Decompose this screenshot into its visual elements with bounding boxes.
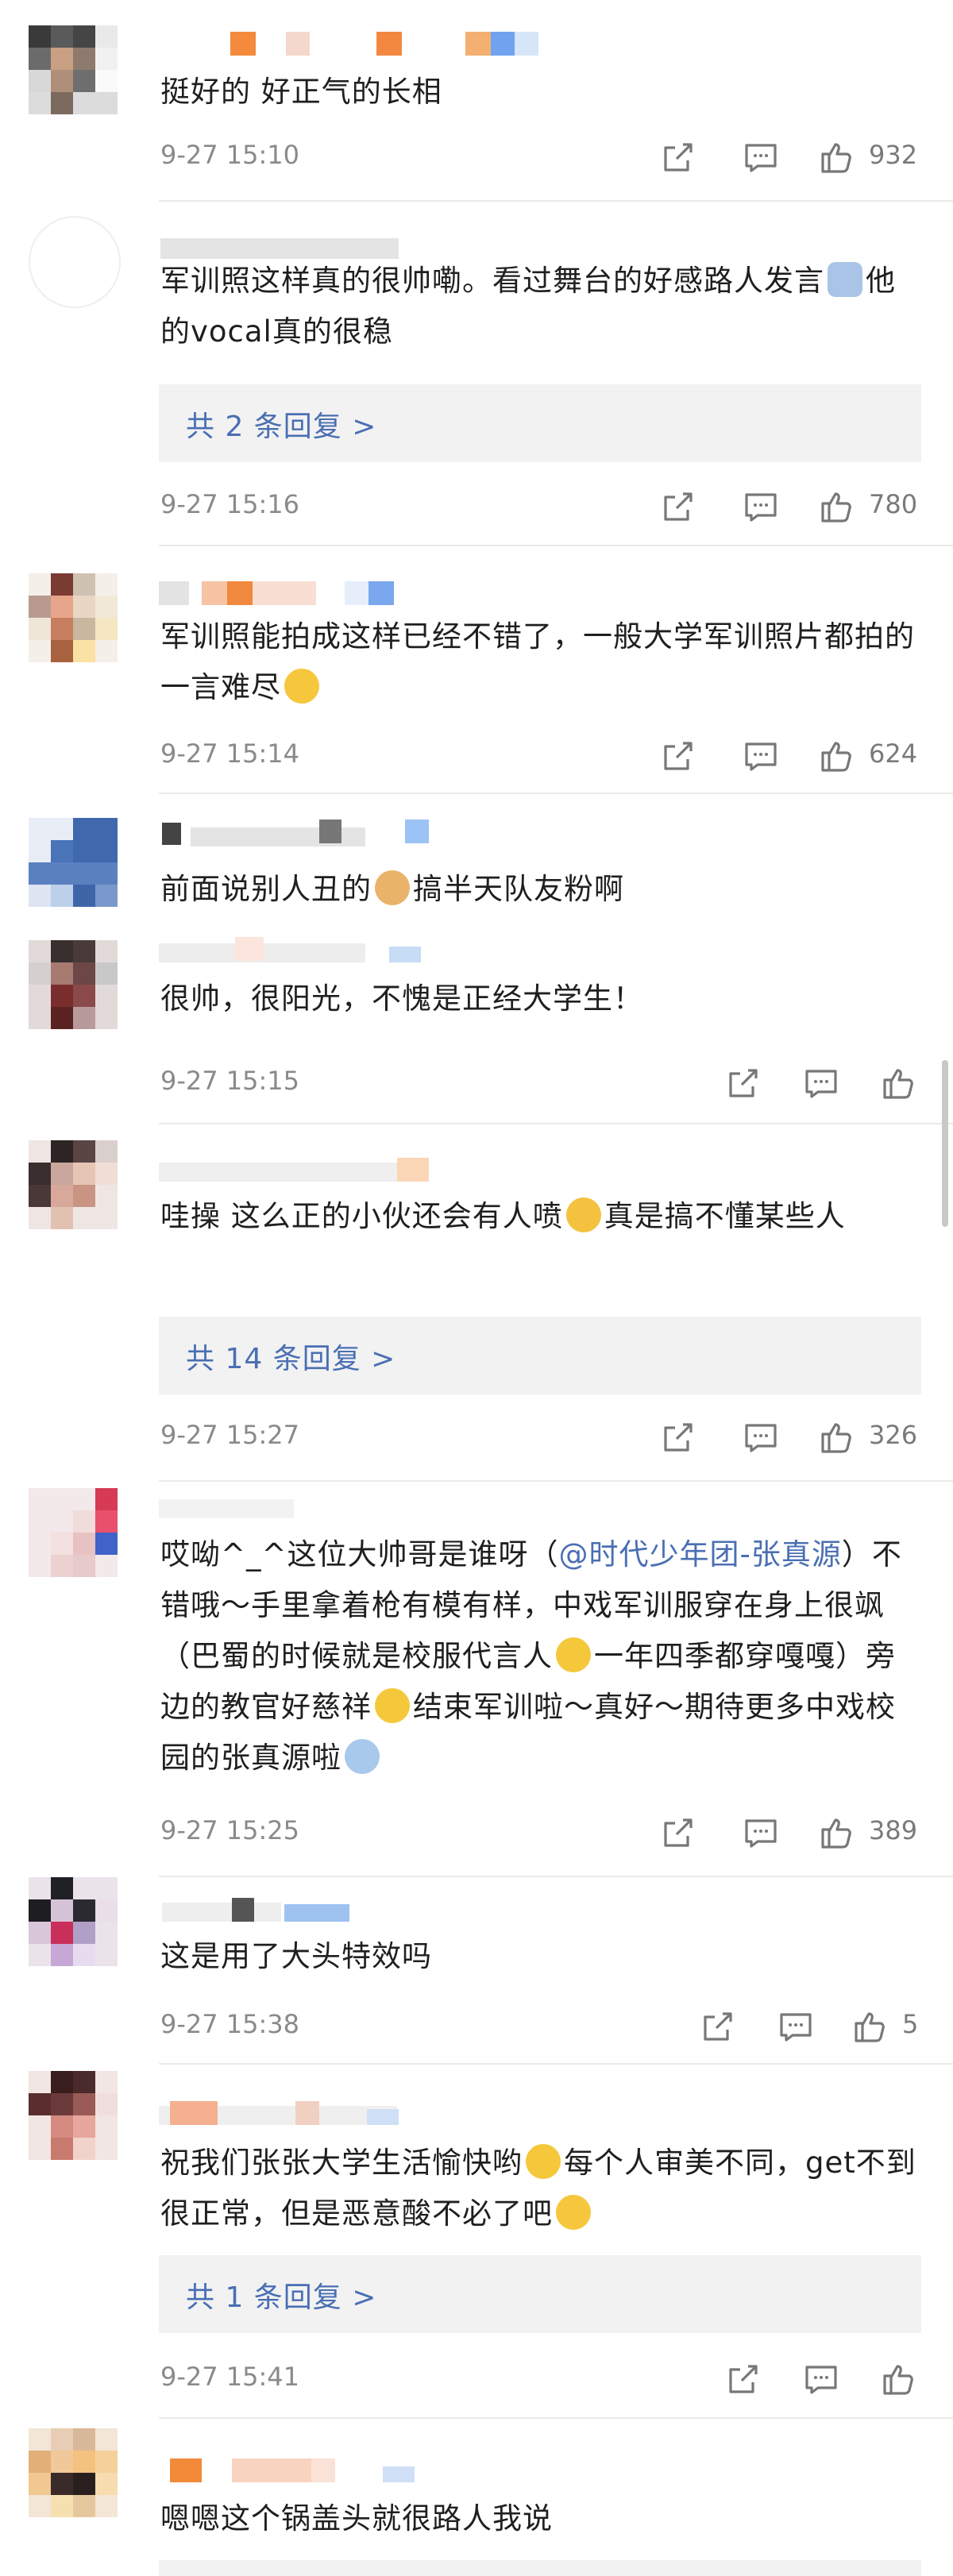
- comment-meta: 9-27 15:15: [159, 1059, 921, 1107]
- fearful-face-emoji-icon: [284, 669, 319, 704]
- comment-text: 哎呦^_^这位大帅哥是谁呀（@时代少年团-张真源）不错哦～手里拿着枪有模有样，中…: [160, 1537, 902, 1775]
- username-blurred[interactable]: [159, 578, 429, 607]
- username-blurred[interactable]: [159, 2455, 429, 2484]
- like-count: 5: [902, 2009, 919, 2039]
- comment-meta: 9-27 15:27 326: [159, 1413, 921, 1461]
- comment-icon[interactable]: [742, 737, 780, 775]
- share-icon[interactable]: [659, 737, 697, 775]
- replies-button-partial[interactable]: [159, 2560, 921, 2576]
- timestamp: 9-27 15:10: [160, 140, 300, 170]
- laughing-tears-emoji-icon: [375, 1688, 410, 1723]
- comment-icon[interactable]: [802, 2360, 840, 2398]
- timestamp: 9-27 15:27: [160, 1420, 300, 1450]
- comment-text: 嗯嗯这个锅盖头就很路人我说: [160, 2501, 553, 2536]
- comment-text: 军训照能拍成这样已经不错了，一般大学军训照片都拍的一言难尽: [160, 619, 915, 704]
- timestamp: 9-27 15:16: [160, 489, 300, 519]
- timestamp: 9-27 15:38: [160, 2009, 300, 2039]
- share-icon[interactable]: [659, 488, 697, 526]
- avatar[interactable]: [29, 1488, 118, 1577]
- mention-link[interactable]: @时代少年团-张真源: [559, 1537, 842, 1571]
- avatar[interactable]: [29, 216, 121, 308]
- username-blurred[interactable]: [159, 29, 538, 57]
- username-blurred[interactable]: [159, 2098, 429, 2127]
- fearful-face-emoji-icon: [556, 2195, 591, 2230]
- avatar[interactable]: [29, 1877, 118, 1966]
- comment-text: 前面说别人丑的 搞半天队友粉啊: [160, 870, 624, 906]
- like-count: 389: [869, 1815, 918, 1845]
- avatar[interactable]: [29, 2428, 118, 2517]
- doge-emoji-icon: [375, 870, 410, 905]
- comment-meta: 9-27 15:41: [159, 2355, 921, 2403]
- comment-icon[interactable]: [742, 488, 780, 526]
- crying-face-emoji-icon: [565, 1197, 601, 1232]
- avatar[interactable]: [29, 2071, 118, 2160]
- comment-icon[interactable]: [777, 2007, 815, 2046]
- share-icon[interactable]: [724, 1064, 762, 1102]
- share-icon[interactable]: [659, 1814, 697, 1852]
- comment-icon[interactable]: [802, 1064, 840, 1102]
- replies-button[interactable]: 共 2 条回复 >: [159, 384, 921, 462]
- comment-text: 军训照这样真的很帅嘞。看过舞台的好感路人发言 他的vocal真的很稳: [160, 262, 896, 349]
- like-count: 780: [869, 489, 918, 519]
- like-count: 932: [869, 140, 918, 170]
- comment-meta: 9-27 15:10 932: [159, 133, 921, 181]
- like-icon[interactable]: [818, 488, 856, 526]
- avatar[interactable]: [29, 573, 118, 662]
- comment-text: 很帅，很阳光，不愧是正经大学生！: [160, 981, 643, 1016]
- share-icon[interactable]: [724, 2360, 762, 2398]
- share-icon[interactable]: [699, 2007, 737, 2046]
- comment-text: 哇操 这么正的小伙还会有人喷 真是搞不懂某些人: [160, 1197, 846, 1233]
- replies-button[interactable]: 共 14 条回复 >: [159, 1317, 921, 1394]
- avatar[interactable]: [29, 25, 118, 114]
- like-icon[interactable]: [818, 1814, 856, 1852]
- comment-icon[interactable]: [742, 1814, 780, 1852]
- like-count: 624: [869, 738, 918, 769]
- share-icon[interactable]: [659, 1418, 697, 1456]
- man-facepalm-emoji-icon: [828, 262, 862, 297]
- replies-button[interactable]: 共 1 条回复 >: [159, 2255, 921, 2333]
- comment-meta: 9-27 15:25 389: [159, 1809, 921, 1857]
- timestamp: 9-27 15:25: [160, 1815, 300, 1845]
- username-blurred[interactable]: [159, 1895, 429, 1923]
- comment-meta: 9-27 15:16 780: [159, 483, 921, 530]
- timestamp: 9-27 15:15: [160, 1066, 300, 1096]
- like-count: 326: [869, 1420, 918, 1450]
- like-icon[interactable]: [851, 2007, 889, 2046]
- laughing-tears-emoji-icon: [556, 1637, 591, 1672]
- astronaut-emoji-icon: [345, 1739, 380, 1774]
- share-icon[interactable]: [659, 138, 697, 176]
- like-icon[interactable]: [818, 138, 856, 176]
- like-icon[interactable]: [818, 1418, 856, 1456]
- username-blurred[interactable]: [159, 816, 429, 846]
- comment-icon[interactable]: [742, 138, 780, 176]
- timestamp: 9-27 15:41: [160, 2362, 300, 2392]
- comment-meta: 9-27 15:38 5: [159, 2003, 921, 2050]
- avatar[interactable]: [29, 818, 118, 907]
- comment-text: 祝我们张张大学生活愉快哟 每个人审美不同，get不到很正常，但是恶意酸不必了吧: [160, 2144, 916, 2231]
- comment-text: 这是用了大头特效吗: [160, 1939, 432, 1973]
- comment-icon[interactable]: [742, 1418, 780, 1456]
- username-blurred[interactable]: [159, 1491, 429, 1520]
- avatar[interactable]: [29, 940, 118, 1029]
- like-icon[interactable]: [880, 2360, 918, 2398]
- comment-meta: 9-27 15:14 624: [159, 732, 921, 780]
- username-blurred[interactable]: [159, 1155, 429, 1183]
- avatar[interactable]: [29, 1140, 118, 1229]
- like-icon[interactable]: [880, 1064, 918, 1102]
- like-icon[interactable]: [818, 737, 856, 775]
- sweat-smile-emoji-icon: [526, 2144, 561, 2179]
- timestamp: 9-27 15:14: [160, 738, 300, 769]
- scrollbar[interactable]: [942, 1060, 948, 1227]
- username-blurred[interactable]: [159, 229, 429, 259]
- comment-text: 挺好的 好正气的长相: [160, 75, 442, 109]
- username-blurred[interactable]: [159, 934, 429, 962]
